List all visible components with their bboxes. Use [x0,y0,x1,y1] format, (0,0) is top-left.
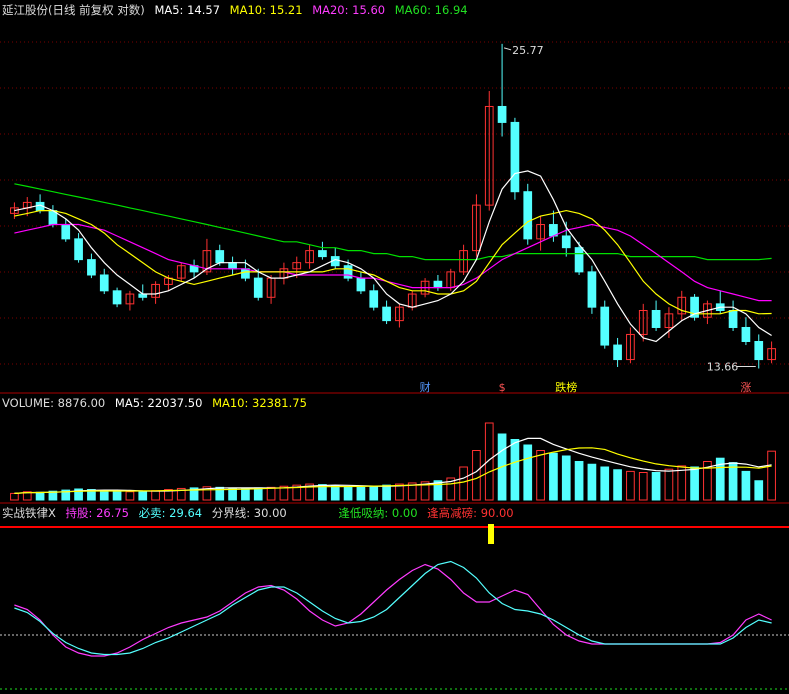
candle-body [574,247,584,273]
high-price-label: 25.77 [512,44,544,57]
candle-body [741,326,751,342]
volume-bar [266,486,276,501]
high-price-pointer [503,47,512,51]
volume-bar [510,439,520,501]
event-tag: 财 [420,380,431,394]
ma20-line [14,223,772,302]
candle-body [253,277,263,298]
ma60-legend: MA60: 16.94 [394,3,468,17]
candle-body [523,191,533,240]
volume-bar [728,462,738,501]
candle-body [561,235,571,249]
candle-body [112,290,122,305]
candle-body [215,250,225,264]
volume-bar [549,452,558,501]
volume-bar [651,472,661,501]
volume-bar [574,461,584,501]
volume-bar [754,480,764,501]
price-panel: 25.77 13.66 财 $ 跌榜 涨 [0,41,789,394]
volume-bar [626,470,635,501]
volume-bar [459,466,468,501]
candle-body [728,309,738,328]
stock-title: 延江股份(日线 前复权 对数) [2,3,145,17]
volume-bar [523,444,533,501]
candle-body [651,309,661,328]
signal-bar [488,524,494,544]
volume-bar [767,450,776,501]
volume-bar [741,470,751,501]
volume-bar [228,487,237,501]
candle-body [61,224,71,240]
candle-body [356,277,366,292]
ma20-legend: MA20: 15.60 [312,3,386,17]
hold-line [14,563,772,657]
volume-bar [35,491,45,501]
event-tag: 涨 [740,381,751,394]
hold-legend: 持股: 26.75 [65,506,129,520]
volume-bar [561,455,571,501]
ma60-line [14,183,772,261]
sell-legend: 必卖: 29.64 [138,506,203,520]
volume-bar [613,469,622,501]
volume-bar [472,450,481,501]
volume-bar [382,484,391,501]
volume-bar [356,486,366,501]
candle-body [241,268,250,279]
ma10-legend: MA10: 15.21 [229,3,303,17]
volume-bar [369,485,379,501]
volume-bar [587,463,597,501]
indicator-name: 实战铁律X [2,506,56,520]
volume-bar [690,466,699,501]
candle-body [433,280,443,289]
candle-body [87,259,96,276]
candle-body [754,340,764,361]
event-tag: $ [499,381,506,394]
candle-body [99,274,109,292]
volume-bar [638,472,648,501]
volume-bar [600,466,610,501]
indicator-panel [0,524,789,690]
volume-legend: VOLUME: 8876.00 MA5: 22037.50 MA10: 3238… [2,396,313,410]
volume-bar [241,488,250,501]
stock-chart: 25.77 13.66 财 $ 跌榜 涨 [0,41,789,690]
volume-bar [330,485,340,501]
candle-body [600,306,610,346]
volume-bar [10,492,19,501]
indicator-legend: 实战铁律X 持股: 26.75 必卖: 29.64 分界线: 30.00 逢低吸… [2,506,520,520]
sell-line [14,560,772,656]
volume-bar [138,491,148,501]
volume-bar [99,490,109,501]
candle-body [613,344,622,361]
price-legend: 延江股份(日线 前复权 对数) MA5: 14.57 MA10: 15.21 M… [2,3,474,17]
ma5-legend: MA5: 14.57 [154,3,221,17]
volume-bar [536,450,545,501]
candle-body [510,121,520,193]
candle-body [497,105,507,123]
candle-body [74,238,83,261]
volume-bar [112,490,122,501]
volume-bar [484,422,494,501]
candle-body [369,290,379,308]
volume-value: VOLUME: 8876.00 [2,396,106,410]
candle-body [228,262,237,270]
volume-bar [343,486,353,501]
candle-body [318,250,327,258]
boundary-legend: 分界线: 30.00 [211,506,287,520]
vol-ma10-legend: MA10: 32381.75 [212,396,307,410]
volume-bar [125,491,135,501]
vol-ma5-legend: MA5: 22037.50 [114,396,203,410]
volume-panel [0,422,789,504]
low-absorb-legend: 逢低吸纳: 0.00 [338,506,418,520]
volume-bar [664,468,674,501]
candle-body [587,271,597,308]
event-tag: 跌榜 [555,380,577,394]
high-reduce-legend: 逢高减磅: 90.00 [427,506,514,520]
low-price-label: 13.66 [707,360,739,373]
volume-bar [151,490,160,501]
volume-bar [253,487,263,501]
candle-body [382,306,391,322]
